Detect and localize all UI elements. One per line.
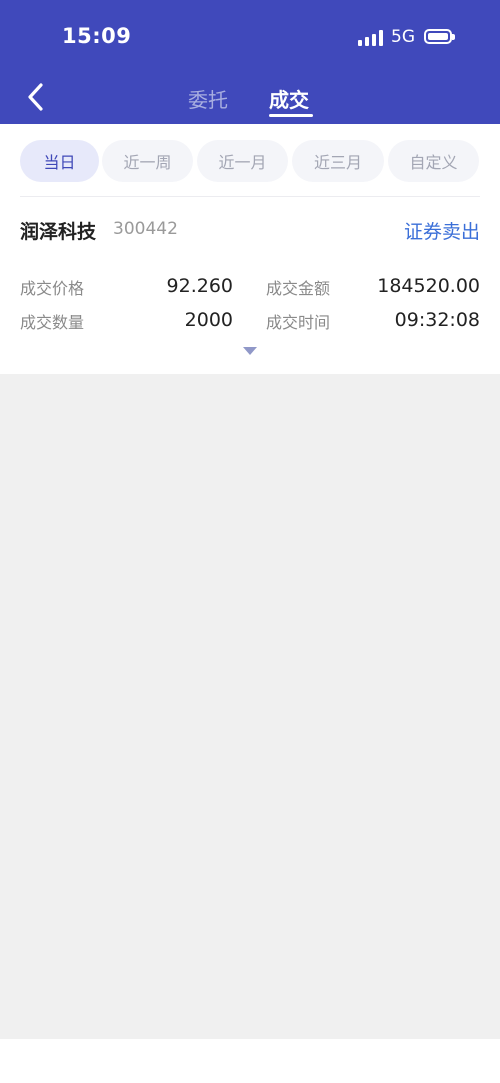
quantity-value: 2000 <box>184 309 233 331</box>
price-value: 92.260 <box>166 275 233 297</box>
tab-trades[interactable]: 成交 <box>269 84 309 113</box>
stock-code: 300442 <box>113 219 178 239</box>
amount-value: 184520.00 <box>377 275 480 297</box>
tab-orders[interactable]: 委托 <box>188 84 228 113</box>
status-time: 15:09 <box>62 24 132 48</box>
network-type: 5G <box>391 27 415 47</box>
empty-list-area <box>0 374 500 1039</box>
filter-custom[interactable]: 自定义 <box>388 140 479 182</box>
filter-today[interactable]: 当日 <box>20 140 99 182</box>
trade-records-page: 15:09 5G 委托 成交 当日 近一周 近一月 近三月 自定义 润泽科技 3… <box>0 0 500 1083</box>
active-tab-indicator <box>269 114 313 117</box>
time-value: 09:32:08 <box>394 309 480 331</box>
quantity-label: 成交数量 <box>20 313 85 332</box>
filter-month[interactable]: 近一月 <box>197 140 288 182</box>
header: 15:09 5G 委托 成交 <box>0 0 500 124</box>
trade-type: 证券卖出 <box>403 221 480 243</box>
stock-name: 润泽科技 <box>20 221 97 243</box>
signal-icon <box>358 30 384 46</box>
divider <box>20 196 480 197</box>
chevron-left-icon <box>28 83 43 111</box>
expand-arrow-icon[interactable] <box>243 347 257 355</box>
filter-three-months[interactable]: 近三月 <box>292 140 384 182</box>
battery-icon <box>424 29 455 44</box>
price-label: 成交价格 <box>20 279 85 298</box>
back-button[interactable] <box>22 80 52 114</box>
date-filter-bar: 当日 近一周 近一月 近三月 自定义 <box>0 140 500 182</box>
filter-week[interactable]: 近一周 <box>102 140 193 182</box>
amount-label: 成交金额 <box>266 279 331 298</box>
time-label: 成交时间 <box>266 313 331 332</box>
